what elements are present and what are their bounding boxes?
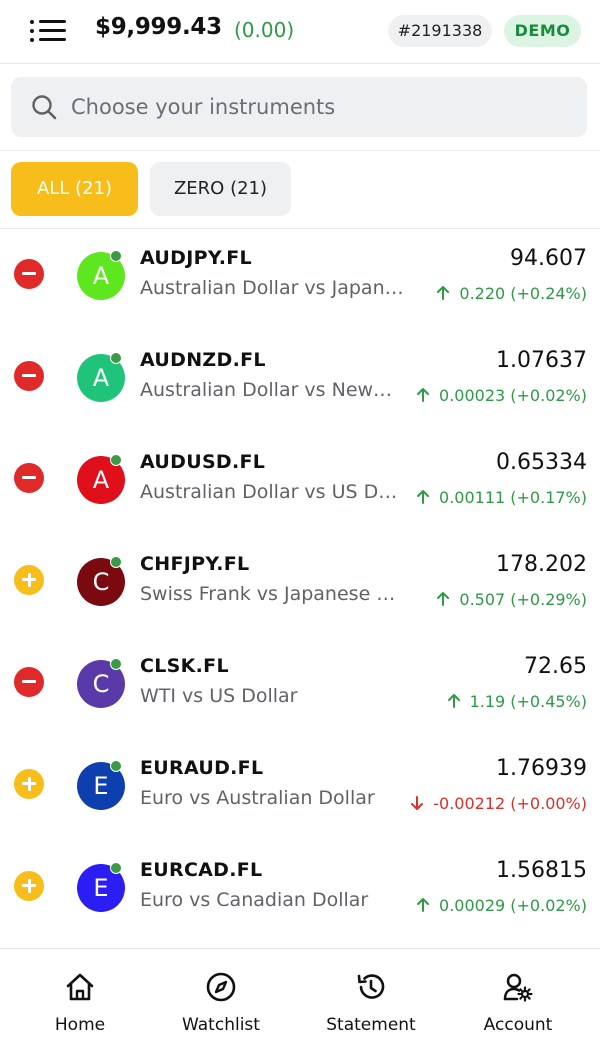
demo-mode-badge[interactable]: DEMO bbox=[504, 15, 581, 47]
bottom-navigation: Home Watchlist Statement Account bbox=[0, 948, 600, 1052]
nav-account-label: Account bbox=[483, 1015, 553, 1035]
instrument-change-value: -0.00212 (+0.00%) bbox=[433, 794, 587, 813]
market-open-indicator bbox=[110, 454, 122, 466]
arrow-up-icon bbox=[417, 898, 430, 912]
user-settings-icon bbox=[503, 973, 533, 1002]
search-box[interactable] bbox=[11, 77, 587, 137]
nav-account[interactable]: Account bbox=[466, 949, 570, 1052]
instrument-change: 0.00111 (+0.17%) bbox=[415, 488, 587, 507]
instrument-price: 94.607 bbox=[510, 246, 587, 271]
instrument-price: 178.202 bbox=[496, 552, 587, 577]
instrument-price: 1.76939 bbox=[496, 756, 587, 781]
arrow-up-icon bbox=[447, 694, 460, 708]
arrow-up-icon bbox=[437, 592, 450, 606]
instrument-change: 0.220 (+0.24%) bbox=[435, 284, 587, 303]
instrument-row[interactable]: C CLSK.FL WTI vs US Dollar 72.65 1.19 (+0.45… bbox=[0, 637, 600, 739]
arrow-down-icon bbox=[411, 796, 424, 810]
nav-statement-label: Statement bbox=[326, 1015, 416, 1035]
home-icon bbox=[66, 973, 94, 1001]
instrument-row[interactable]: E EURAUD.FL Euro vs Australian Dollar 1.769… bbox=[0, 739, 600, 841]
instrument-change: 0.00029 (+0.02%) bbox=[415, 896, 587, 915]
market-open-indicator bbox=[110, 250, 122, 262]
instrument-description: Euro vs Australian Dollar bbox=[140, 787, 375, 809]
instrument-row[interactable]: A AUDNZD.FL Australian Dollar vs New… 1.076… bbox=[0, 331, 600, 433]
instrument-change: 0.00023 (+0.02%) bbox=[415, 386, 587, 405]
add-to-watchlist-icon[interactable] bbox=[14, 871, 44, 901]
instrument-change-value: 0.00023 (+0.02%) bbox=[439, 386, 587, 405]
instrument-change: -0.00212 (+0.00%) bbox=[409, 794, 587, 813]
instrument-row[interactable]: A AUDUSD.FL Australian Dollar vs US D… 0.65… bbox=[0, 433, 600, 535]
arrow-up-icon bbox=[417, 490, 430, 504]
instrument-change-value: 0.220 (+0.24%) bbox=[459, 284, 587, 303]
add-to-watchlist-icon[interactable] bbox=[14, 565, 44, 595]
instrument-change-value: 0.00111 (+0.17%) bbox=[439, 488, 587, 507]
instrument-description: Australian Dollar vs Japan… bbox=[140, 277, 404, 299]
balance-change: (0.00) bbox=[234, 18, 295, 42]
arrow-up-icon bbox=[437, 286, 450, 300]
filter-tabs: ALL (21) ZERO (21) bbox=[0, 151, 600, 229]
instrument-description: Euro vs Canadian Dollar bbox=[140, 889, 369, 911]
instrument-change-value: 0.00029 (+0.02%) bbox=[439, 896, 587, 915]
app-header: $9,999.43 (0.00) #2191338 DEMO bbox=[0, 0, 600, 64]
market-open-indicator bbox=[110, 352, 122, 364]
account-balance: $9,999.43 bbox=[95, 14, 222, 40]
instrument-description: Australian Dollar vs New… bbox=[140, 379, 393, 401]
menu-list-icon[interactable] bbox=[30, 17, 66, 45]
market-open-indicator bbox=[110, 556, 122, 568]
instrument-symbol: AUDJPY.FL bbox=[140, 247, 252, 269]
remove-from-watchlist-icon[interactable] bbox=[14, 667, 44, 697]
instrument-change: 0.507 (+0.29%) bbox=[435, 590, 587, 609]
search-icon bbox=[32, 95, 57, 120]
instrument-row[interactable]: C CHFJPY.FL Swiss Frank vs Japanese … 178.2… bbox=[0, 535, 600, 637]
instrument-price: 1.07637 bbox=[496, 348, 587, 373]
market-open-indicator bbox=[110, 862, 122, 874]
instrument-symbol: AUDUSD.FL bbox=[140, 451, 266, 473]
instrument-price: 1.56815 bbox=[496, 858, 587, 883]
instrument-change-value: 0.507 (+0.29%) bbox=[459, 590, 587, 609]
remove-from-watchlist-icon[interactable] bbox=[14, 259, 44, 289]
market-open-indicator bbox=[110, 760, 122, 772]
nav-home[interactable]: Home bbox=[30, 949, 130, 1052]
instrument-price: 72.65 bbox=[524, 654, 587, 679]
market-open-indicator bbox=[110, 658, 122, 670]
instrument-description: Australian Dollar vs US D… bbox=[140, 481, 398, 503]
nav-watchlist-label: Watchlist bbox=[182, 1015, 260, 1035]
filter-all-button[interactable]: ALL (21) bbox=[11, 162, 138, 216]
instrument-symbol: CLSK.FL bbox=[140, 655, 229, 677]
instrument-row[interactable]: A AUDJPY.FL Australian Dollar vs Japan… 94.… bbox=[0, 229, 600, 331]
nav-watchlist[interactable]: Watchlist bbox=[166, 949, 276, 1052]
instrument-symbol: EURAUD.FL bbox=[140, 757, 264, 779]
nav-statement[interactable]: Statement bbox=[316, 949, 426, 1052]
arrow-up-icon bbox=[417, 388, 430, 402]
instrument-symbol: CHFJPY.FL bbox=[140, 553, 250, 575]
instrument-row[interactable]: E EURCAD.FL Euro vs Canadian Dollar 1.56815… bbox=[0, 841, 600, 943]
history-icon bbox=[357, 974, 385, 999]
instrument-description: Swiss Frank vs Japanese … bbox=[140, 583, 396, 605]
remove-from-watchlist-icon[interactable] bbox=[14, 361, 44, 391]
search-section bbox=[0, 65, 600, 151]
compass-icon bbox=[206, 972, 236, 1002]
instrument-change-value: 1.19 (+0.45%) bbox=[469, 692, 587, 711]
instrument-description: WTI vs US Dollar bbox=[140, 685, 298, 707]
instrument-symbol: EURCAD.FL bbox=[140, 859, 263, 881]
account-id-badge[interactable]: #2191338 bbox=[388, 15, 492, 47]
add-to-watchlist-icon[interactable] bbox=[14, 769, 44, 799]
remove-from-watchlist-icon[interactable] bbox=[14, 463, 44, 493]
instrument-change: 1.19 (+0.45%) bbox=[446, 692, 587, 711]
filter-zero-button[interactable]: ZERO (21) bbox=[150, 162, 291, 216]
nav-home-label: Home bbox=[54, 1015, 106, 1035]
instrument-symbol: AUDNZD.FL bbox=[140, 349, 266, 371]
search-input[interactable] bbox=[71, 77, 571, 137]
instrument-price: 0.65334 bbox=[496, 450, 587, 475]
